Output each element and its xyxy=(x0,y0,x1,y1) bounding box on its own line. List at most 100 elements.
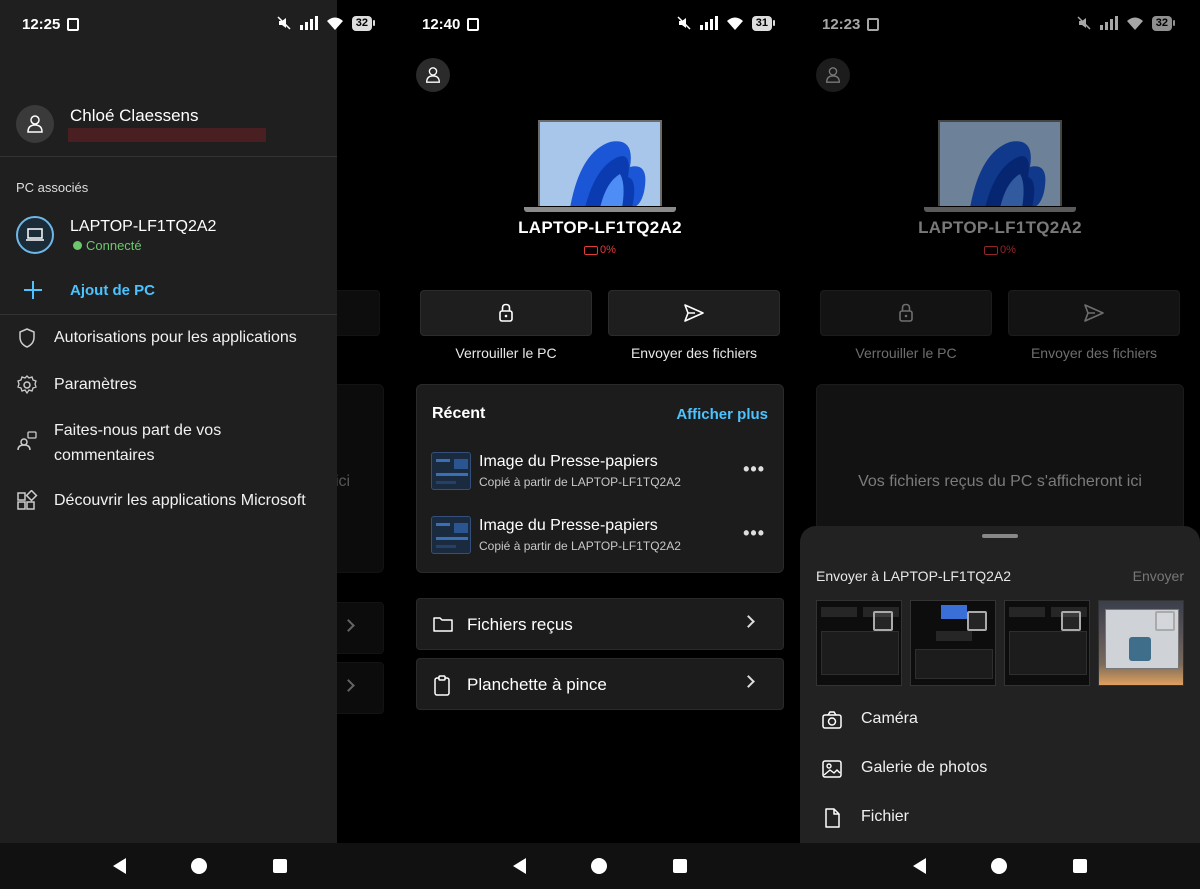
more-options-icon[interactable]: ••• xyxy=(743,523,765,544)
status-icons: 32 xyxy=(276,15,376,31)
item-name: Image du Presse-papiers xyxy=(479,453,658,470)
status-bar: 12:40 31 xyxy=(400,0,800,50)
menu-item-label: Paramètres xyxy=(54,376,137,393)
screen-drawer: iers ici 12:25 Chloé Claessens PC associ… xyxy=(0,0,400,889)
option-label: Caméra xyxy=(861,710,918,727)
checkbox-icon[interactable] xyxy=(873,611,893,631)
option-label: Galerie de photos xyxy=(861,759,988,776)
wifi-icon xyxy=(726,17,743,30)
paired-pc-name[interactable]: LAPTOP-LF1TQ2A2 xyxy=(70,218,216,236)
scrim[interactable] xyxy=(337,0,400,889)
feedback-icon xyxy=(17,431,37,451)
windows-bloom-wallpaper xyxy=(540,122,660,206)
show-more-link[interactable]: Afficher plus xyxy=(676,406,768,423)
sheet-title: Envoyer à LAPTOP-LF1TQ2A2 xyxy=(816,568,1012,584)
home-icon[interactable] xyxy=(591,858,608,874)
pc-battery: 0% xyxy=(400,244,800,256)
wifi-icon xyxy=(326,17,343,30)
media-thumbnail[interactable] xyxy=(1004,600,1090,686)
home-icon[interactable] xyxy=(991,858,1008,874)
image-icon xyxy=(822,760,842,778)
back-icon[interactable] xyxy=(112,858,126,874)
list-item[interactable]: Image du Presse-papiers Copié à partir d… xyxy=(431,449,771,493)
system-nav-bar xyxy=(0,843,400,889)
send-bottom-sheet: Envoyer à LAPTOP-LF1TQ2A2 Envoyer Caméra… xyxy=(800,526,1200,889)
item-source: Copié à partir de LAPTOP-LF1TQ2A2 xyxy=(479,475,681,489)
checkbox-icon[interactable] xyxy=(967,611,987,631)
user-name: Chloé Claessens xyxy=(70,106,199,125)
signal-icon xyxy=(699,16,718,30)
laptop-image xyxy=(524,120,676,212)
divider xyxy=(0,156,337,157)
back-icon[interactable] xyxy=(912,858,926,874)
recents-icon[interactable] xyxy=(1073,859,1088,873)
clipboard-image-thumbnail xyxy=(431,516,471,554)
folder-icon xyxy=(433,617,453,632)
list-item[interactable]: Image du Presse-papiers Copié à partir d… xyxy=(431,513,771,557)
recent-card: Récent Afficher plus Image du Presse-pap… xyxy=(416,384,784,573)
item-name: Image du Presse-papiers xyxy=(479,517,658,534)
clipboard-icon xyxy=(434,675,450,696)
navigation-drawer: 12:25 Chloé Claessens PC associés LAPTOP… xyxy=(0,0,337,889)
send-files-button[interactable] xyxy=(608,290,780,336)
camera-icon xyxy=(822,711,842,729)
signal-icon xyxy=(299,16,318,30)
drag-handle[interactable] xyxy=(982,534,1018,538)
battery-icon: 32 xyxy=(351,15,376,31)
recents-icon[interactable] xyxy=(673,859,688,873)
status-time: 12:40 xyxy=(422,16,461,33)
item-source: Copié à partir de LAPTOP-LF1TQ2A2 xyxy=(479,539,681,553)
laptop-icon[interactable] xyxy=(16,216,54,254)
notification-icon xyxy=(467,18,479,31)
recent-media-strip xyxy=(816,600,1184,686)
checkbox-icon[interactable] xyxy=(1061,611,1081,631)
status-bar-right: 32 xyxy=(0,0,400,50)
more-options-icon[interactable]: ••• xyxy=(743,459,765,480)
gallery-option[interactable]: Galerie de photos xyxy=(822,755,1182,785)
file-icon xyxy=(825,808,840,828)
pc-name: LAPTOP-LF1TQ2A2 xyxy=(518,218,682,237)
menu-item-label: Autorisations pour les applications xyxy=(54,329,297,346)
plus-icon xyxy=(24,281,42,299)
lock-pc-label: Verrouiller le PC xyxy=(455,345,557,361)
divider xyxy=(0,314,337,315)
media-thumbnail[interactable] xyxy=(816,600,902,686)
home-icon[interactable] xyxy=(191,858,208,874)
system-nav-bar xyxy=(800,843,1200,889)
media-thumbnail[interactable] xyxy=(1098,600,1184,686)
send-icon xyxy=(684,304,704,322)
option-label: Fichier xyxy=(861,808,910,825)
gear-icon xyxy=(17,375,37,395)
chevron-right-icon xyxy=(742,675,755,688)
recents-icon[interactable] xyxy=(273,859,288,873)
add-pc-button[interactable]: Ajout de PC xyxy=(70,282,155,299)
screen-send-sheet: 12:23 32 LAPTOP-LF1TQ2A2 0% Verrouiller … xyxy=(800,0,1200,889)
back-icon[interactable] xyxy=(512,858,526,874)
received-files-label: Fichiers reçus xyxy=(467,615,573,634)
file-option[interactable]: Fichier xyxy=(822,804,1182,834)
camera-option[interactable]: Caméra xyxy=(822,706,1182,736)
avatar[interactable] xyxy=(416,58,450,92)
lock-icon xyxy=(499,303,513,322)
avatar[interactable] xyxy=(16,105,54,143)
pc-battery-value: 0% xyxy=(600,244,616,256)
battery-icon: 31 xyxy=(751,15,776,31)
clipboard-label: Planchette à pince xyxy=(467,675,607,694)
redacted-email xyxy=(68,128,266,142)
section-label: PC associés xyxy=(16,180,89,195)
send-button[interactable]: Envoyer xyxy=(1133,568,1184,584)
clipboard-row[interactable]: Planchette à pince xyxy=(416,658,784,710)
send-files-label: Envoyer des fichiers xyxy=(630,345,758,361)
mute-icon xyxy=(677,16,691,30)
battery-low-icon xyxy=(584,245,599,255)
shield-icon xyxy=(19,328,35,348)
clipboard-image-thumbnail xyxy=(431,452,471,490)
lock-pc-button[interactable] xyxy=(420,290,592,336)
menu-item-label: Découvrir les applications Microsoft xyxy=(54,492,306,509)
screen-home: 12:40 31 LAPTOP-LF1TQ2A2 0% Verrouiller … xyxy=(400,0,800,889)
media-thumbnail[interactable] xyxy=(910,600,996,686)
person-icon xyxy=(426,67,440,83)
checkbox-icon[interactable] xyxy=(1155,611,1175,631)
received-files-row[interactable]: Fichiers reçus xyxy=(416,598,784,650)
connection-status: Connecté xyxy=(73,238,142,253)
